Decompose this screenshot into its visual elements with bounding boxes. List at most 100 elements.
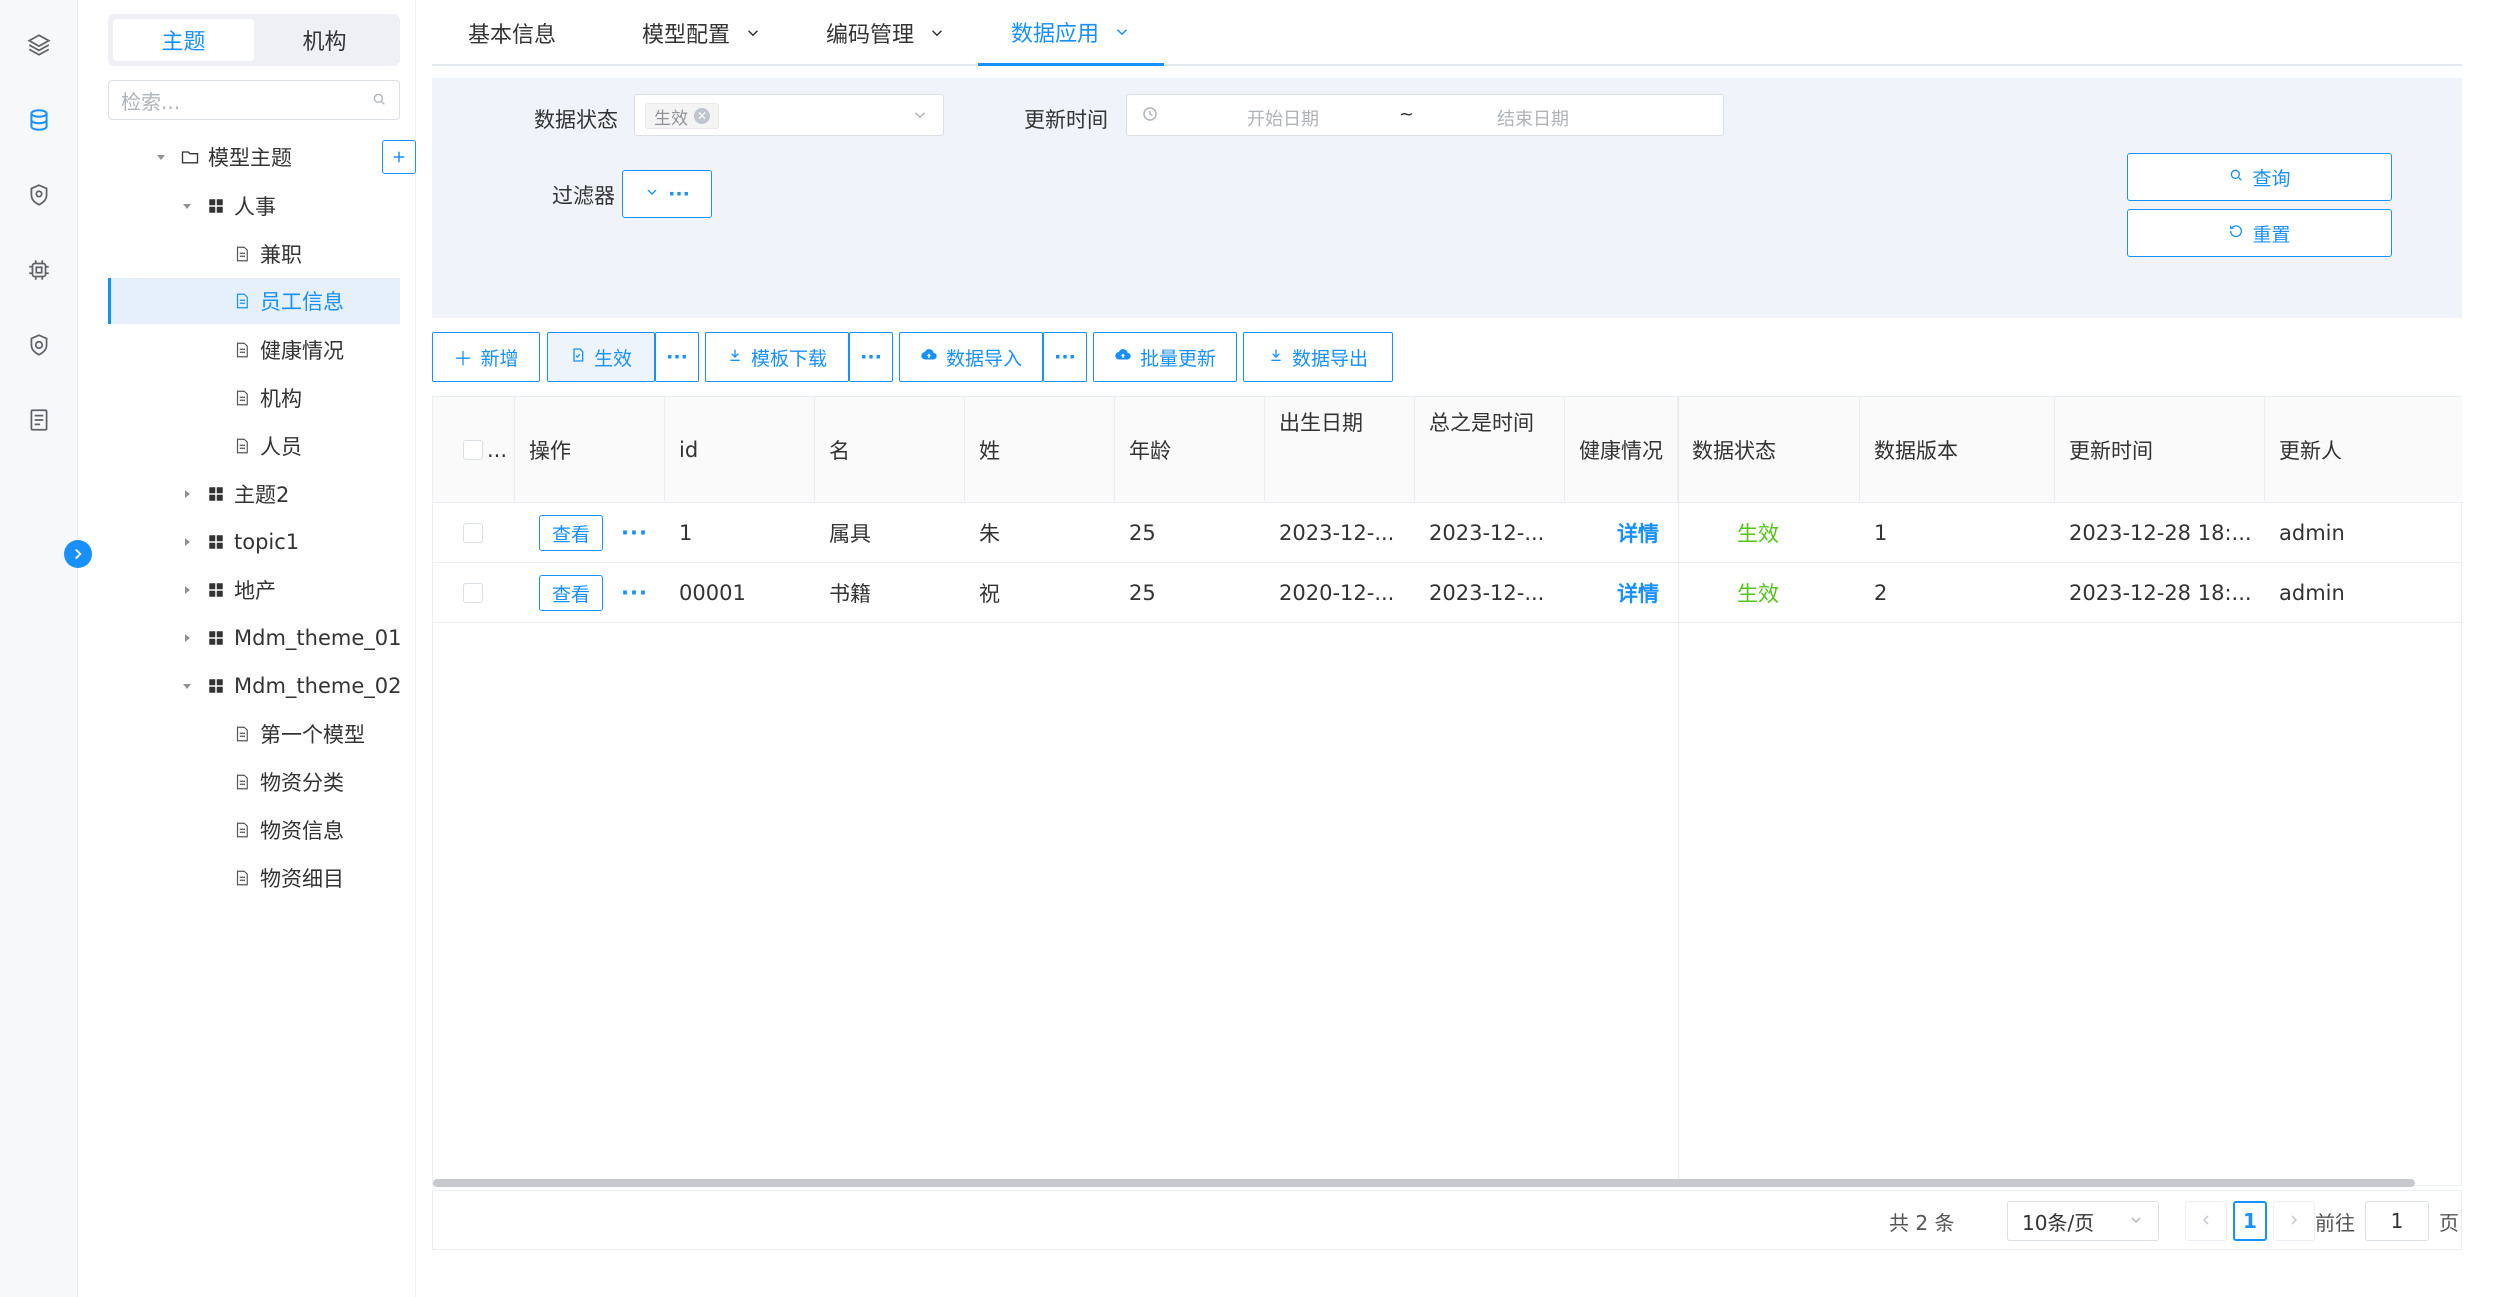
grid-icon: [206, 484, 226, 504]
caret-down-icon[interactable]: [180, 679, 194, 693]
caret-right-icon[interactable]: [180, 631, 194, 645]
layers-icon[interactable]: [22, 28, 56, 62]
tree-node-group[interactable]: 主题2: [108, 471, 400, 517]
status-select[interactable]: 生效 ✕: [634, 94, 944, 136]
tab-model-config[interactable]: 模型配置: [642, 0, 762, 66]
query-button[interactable]: 查询: [2127, 153, 2392, 201]
cell-updater: admin: [2279, 521, 2345, 545]
col-health[interactable]: 健康情况: [1565, 397, 1678, 503]
tab-code-management[interactable]: 编码管理: [826, 0, 946, 66]
tab-organization[interactable]: 机构: [254, 19, 395, 61]
tree-node-model[interactable]: 健康情况: [108, 327, 400, 373]
page-size-select[interactable]: 10条/页: [2007, 1201, 2159, 1241]
table-row[interactable]: 查看 ··· 00001 书籍 祝 25 2020-12-... 2023-12…: [433, 563, 2463, 623]
col-first-name[interactable]: 名: [815, 397, 965, 503]
tree-node-group[interactable]: topic1: [108, 519, 400, 565]
database-icon[interactable]: [22, 103, 56, 137]
tree-node-model[interactable]: 兼职: [108, 231, 400, 277]
tree-tab-switch: 主题 机构: [108, 14, 400, 66]
caret-down-icon[interactable]: [180, 199, 194, 213]
caret-right-icon[interactable]: [180, 487, 194, 501]
template-more-button[interactable]: ···: [849, 332, 893, 382]
row-checkbox[interactable]: [463, 523, 483, 543]
fixed-column-shadow: [1678, 397, 1680, 1182]
cell-first-name: 属具: [829, 522, 871, 546]
tree-node-group[interactable]: Mdm_theme_02: [108, 663, 401, 709]
tree-node-model-selected[interactable]: 员工信息: [108, 278, 400, 324]
filter-dropdown-button[interactable]: ···: [622, 170, 712, 218]
view-button[interactable]: 查看: [539, 515, 604, 551]
col-birth-date[interactable]: 出生日期: [1265, 397, 1415, 503]
tab-label: 模型配置: [642, 23, 731, 48]
chip-icon[interactable]: [22, 253, 56, 287]
tree-search-input[interactable]: 检索...: [108, 80, 400, 120]
template-download-button[interactable]: 模板下载: [705, 332, 849, 382]
col-age[interactable]: 年龄: [1115, 397, 1265, 503]
close-icon[interactable]: ✕: [694, 108, 710, 124]
horizontal-scrollbar[interactable]: [433, 1179, 2415, 1187]
cell-last-name: 朱: [979, 522, 1000, 546]
chevron-left-icon: [2198, 1209, 2214, 1233]
view-button[interactable]: 查看: [539, 575, 604, 611]
col-updater[interactable]: 更新人: [2265, 397, 2463, 503]
header-more[interactable]: ...: [487, 438, 507, 462]
tab-basic-info[interactable]: 基本信息: [468, 0, 556, 66]
start-date-placeholder[interactable]: 开始日期: [1247, 105, 1319, 131]
tree-node-model[interactable]: 机构: [108, 375, 400, 421]
col-time[interactable]: 总之是时间: [1415, 397, 1565, 503]
cell-id: 00001: [679, 581, 746, 605]
document-icon: [232, 772, 252, 792]
col-last-name[interactable]: 姓: [965, 397, 1115, 503]
select-all-checkbox[interactable]: [463, 440, 483, 460]
caret-right-icon[interactable]: [180, 583, 194, 597]
table-row[interactable]: 查看 ··· 1 属具 朱 25 2023-12-... 2023-12-...…: [433, 503, 2463, 563]
caret-right-icon[interactable]: [180, 535, 194, 549]
col-update-time[interactable]: 更新时间: [2055, 397, 2265, 503]
tree-node-group[interactable]: Mdm_theme_01: [108, 615, 401, 661]
cell-id: 1: [679, 521, 693, 545]
range-separator: ~: [1399, 104, 1415, 125]
add-node-button[interactable]: [382, 140, 416, 174]
row-checkbox[interactable]: [463, 583, 483, 603]
page-number-current[interactable]: 1: [2233, 1201, 2267, 1241]
prev-page-button[interactable]: [2185, 1201, 2227, 1241]
tree-node-root[interactable]: 模型主题: [108, 134, 400, 180]
tree-node-label: 物资分类: [260, 771, 344, 795]
tab-theme[interactable]: 主题: [113, 19, 254, 61]
effective-button[interactable]: 生效: [547, 332, 655, 382]
reset-button[interactable]: 重置: [2127, 209, 2392, 257]
row-more-button[interactable]: ···: [621, 581, 648, 605]
tab-data-application[interactable]: 数据应用: [978, 0, 1164, 66]
document-list-icon[interactable]: [22, 403, 56, 437]
tree-node-model[interactable]: 第一个模型: [108, 711, 400, 757]
security-icon[interactable]: [22, 328, 56, 362]
tree-node-group[interactable]: 地产: [108, 567, 400, 613]
col-action[interactable]: 操作: [515, 397, 665, 503]
tree-node-model[interactable]: 物资细目: [108, 855, 400, 901]
tree-node-group[interactable]: 人事: [108, 183, 400, 229]
tree-node-model[interactable]: 物资信息: [108, 807, 400, 853]
row-more-button[interactable]: ···: [621, 521, 648, 545]
expand-rail-button[interactable]: [64, 540, 92, 568]
add-button[interactable]: ＋ 新增: [432, 332, 540, 382]
shield-icon[interactable]: [22, 178, 56, 212]
next-page-button[interactable]: [2273, 1201, 2315, 1241]
tree-node-model[interactable]: 物资分类: [108, 759, 400, 805]
caret-down-icon[interactable]: [154, 150, 168, 164]
grid-icon: [206, 628, 226, 648]
col-id[interactable]: id: [665, 397, 815, 503]
health-detail-link[interactable]: 详情: [1603, 503, 1659, 563]
date-range-picker[interactable]: 开始日期 ~ 结束日期: [1126, 94, 1724, 136]
batch-update-button[interactable]: 批量更新: [1093, 332, 1237, 382]
col-data-status[interactable]: 数据状态: [1678, 397, 1860, 503]
end-date-placeholder[interactable]: 结束日期: [1497, 105, 1569, 131]
col-data-version[interactable]: 数据版本: [1860, 397, 2055, 503]
data-import-button[interactable]: 数据导入: [899, 332, 1043, 382]
goto-page-input[interactable]: 1: [2365, 1201, 2429, 1241]
import-more-button[interactable]: ···: [1043, 332, 1087, 382]
health-detail-link[interactable]: 详情: [1603, 563, 1659, 623]
search-icon: [2228, 166, 2244, 188]
data-export-button[interactable]: 数据导出: [1243, 332, 1393, 382]
tree-node-model[interactable]: 人员: [108, 423, 400, 469]
effective-more-button[interactable]: ···: [655, 332, 699, 382]
